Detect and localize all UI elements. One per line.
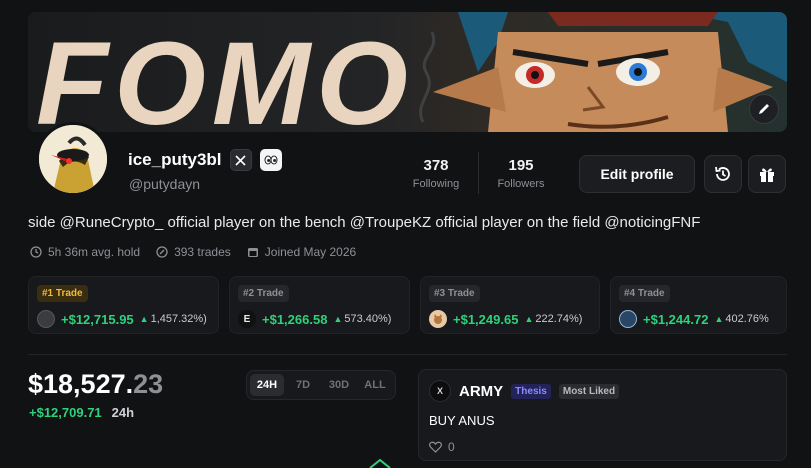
tab-30d[interactable]: 30D	[322, 374, 356, 396]
section-divider	[28, 354, 787, 355]
banner-fomo-text: FOMO	[36, 18, 414, 132]
profile-meta: 5h 36m avg. hold 393 trades Joined May 2…	[30, 245, 356, 259]
following-label: Following	[412, 178, 460, 190]
history-icon	[715, 166, 730, 181]
portfolio-period: 24h	[111, 405, 135, 420]
trade-percent: ▲ 402.76%	[714, 313, 768, 325]
trade-percent: ▲ 573.40%)	[333, 313, 391, 325]
trade-profit: +$1,249.65	[453, 311, 519, 327]
calendar-icon	[247, 248, 258, 257]
eyes-icon	[264, 155, 278, 165]
up-arrow-icon: ▲	[714, 314, 724, 324]
history-button[interactable]	[704, 155, 742, 193]
trade-profit: +$1,266.58	[262, 311, 328, 327]
avg-hold-text: 5h 36m avg. hold	[48, 245, 141, 259]
gift-icon	[760, 168, 774, 182]
coins-icon	[156, 246, 168, 258]
top-trade-card-2[interactable]: #2 Trade E +$1,266.58 ▲ 573.40%)	[229, 276, 410, 334]
portfolio-value-main: $18,527.	[28, 369, 134, 399]
post-header: X ARMY Thesis Most Liked	[429, 380, 620, 402]
clock-icon	[30, 246, 42, 258]
profile-banner: FOMO	[28, 12, 787, 132]
timeframe-tabs: 24H 7D 30D ALL	[246, 370, 396, 400]
followers-label: Followers	[497, 178, 545, 190]
dark-coin-icon	[37, 310, 55, 328]
like-button[interactable]: 0	[429, 440, 455, 454]
thesis-badge: Thesis	[511, 383, 551, 399]
portfolio-value: $18,527.23	[28, 369, 163, 400]
trade-profit: +$12,715.95	[61, 311, 134, 327]
army-logo-text: X	[436, 386, 443, 396]
tab-24h[interactable]: 24H	[250, 374, 284, 396]
portfolio-sparkline	[369, 458, 391, 468]
e-coin-icon: E	[238, 310, 256, 328]
trade-percent: ▲ 1,457.32%)	[140, 313, 207, 325]
thesis-post-card[interactable]: X ARMY Thesis Most Liked BUY ANUS 0	[418, 369, 787, 461]
followers-count: 195	[508, 157, 534, 174]
army-logo: X	[429, 380, 451, 402]
trade-percent-value: 1,457.32%)	[150, 313, 207, 325]
edit-banner-button[interactable]	[749, 94, 779, 124]
trade-rank-badge: #3 Trade	[429, 285, 480, 302]
pencil-icon	[759, 104, 769, 114]
trade-rank-badge: #2 Trade	[238, 285, 289, 302]
joined-item: Joined May 2026	[247, 245, 356, 259]
stats-divider	[478, 152, 479, 194]
trade-percent-value: 402.76%	[725, 313, 769, 325]
trade-rank-badge: #4 Trade	[619, 285, 670, 302]
top-trade-card-4[interactable]: #4 Trade +$1,244.72 ▲ 402.76%	[610, 276, 787, 334]
edit-profile-button[interactable]: Edit profile	[579, 155, 695, 193]
trade-percent: ▲ 222.74%)	[524, 313, 582, 325]
most-liked-badge: Most Liked	[558, 383, 620, 399]
following-count: 378	[423, 157, 449, 174]
profile-bio: side @RuneCrypto_ official player on the…	[28, 214, 701, 231]
username: ice_puty3bl	[128, 150, 222, 169]
joined-text: Joined May 2026	[264, 245, 357, 259]
following-stat[interactable]: 378 Following	[405, 157, 467, 190]
post-body: BUY ANUS	[429, 413, 495, 428]
post-author[interactable]: ARMY	[459, 383, 503, 400]
avg-hold-item: 5h 36m avg. hold	[30, 245, 140, 259]
portfolio-change: +$12,709.71	[29, 405, 102, 420]
x-logo-icon	[235, 154, 246, 166]
trade-percent-value: 573.40%)	[344, 313, 392, 325]
trades-item: 393 trades	[156, 245, 231, 259]
followers-stat[interactable]: 195 Followers	[490, 157, 552, 190]
banner-art: FOMO	[28, 12, 787, 132]
top-trade-card-3[interactable]: #3 Trade +$1,249.65 ▲ 222.74%)	[420, 276, 600, 334]
eyes-link-button[interactable]	[259, 149, 282, 171]
avatar[interactable]	[36, 122, 110, 196]
username-row: ice_puty3bl	[128, 149, 282, 171]
gift-button[interactable]	[748, 155, 786, 193]
tab-all[interactable]: ALL	[358, 374, 392, 396]
up-arrow-icon: ▲	[524, 314, 534, 324]
trade-profit: +$1,244.72	[643, 311, 709, 327]
portfolio-change-row: +$12,709.71 24h	[29, 405, 134, 420]
tab-7d[interactable]: 7D	[286, 374, 320, 396]
like-count: 0	[448, 440, 455, 454]
portfolio-value-cents: 23	[133, 369, 164, 399]
top-trade-card-1[interactable]: #1 Trade +$12,715.95 ▲ 1,457.32%)	[28, 276, 219, 334]
up-arrow-icon: ▲	[139, 314, 149, 324]
user-handle: @putydayn	[129, 176, 201, 192]
up-arrow-icon: ▲	[333, 314, 343, 324]
heart-icon	[429, 441, 442, 453]
profile-page: FOMO ice_puty3bl @putydayn 378 Following…	[0, 0, 811, 468]
trade-percent-value: 222.74%)	[535, 313, 583, 325]
avatar-art	[39, 125, 107, 193]
blue-coin-icon	[619, 310, 637, 328]
x-link-button[interactable]	[229, 149, 252, 171]
cat-coin-icon	[429, 310, 447, 328]
trades-text: 393 trades	[174, 245, 231, 259]
trade-rank-badge: #1 Trade	[37, 285, 88, 302]
